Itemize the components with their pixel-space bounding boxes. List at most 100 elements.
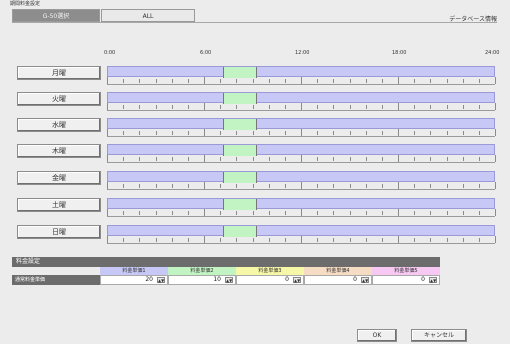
hour-tick bbox=[317, 211, 319, 215]
row-divider bbox=[107, 162, 495, 163]
spin-arrows-icon[interactable]: ▲▼ bbox=[361, 277, 369, 283]
ok-button[interactable]: OK bbox=[357, 329, 397, 342]
day-button-tue[interactable]: 火曜 bbox=[17, 92, 101, 106]
hour-tick bbox=[204, 129, 205, 136]
hour-tick bbox=[139, 131, 141, 135]
hour-tick bbox=[155, 157, 157, 161]
time-label-0: 0:00 bbox=[104, 50, 116, 56]
hour-tick bbox=[349, 79, 351, 83]
hour-tick bbox=[365, 238, 367, 242]
hour-tick bbox=[123, 157, 125, 161]
timeline-bar[interactable] bbox=[107, 92, 495, 104]
timeline-bar[interactable] bbox=[107, 118, 495, 130]
hour-tick bbox=[462, 105, 464, 109]
hour-tick bbox=[365, 157, 367, 161]
hour-tick bbox=[333, 184, 335, 188]
hour-tick bbox=[398, 209, 399, 216]
hour-tick bbox=[236, 238, 238, 242]
hour-tick bbox=[155, 184, 157, 188]
hour-tick bbox=[139, 105, 141, 109]
day-button-mon[interactable]: 月曜 bbox=[17, 66, 101, 80]
hour-tick bbox=[301, 236, 302, 243]
hour-tick bbox=[123, 79, 125, 83]
timeline-bar[interactable] bbox=[107, 198, 495, 210]
hour-tick bbox=[187, 157, 189, 161]
hour-tick bbox=[495, 182, 496, 189]
hour-tick bbox=[155, 79, 157, 83]
hour-tick bbox=[398, 236, 399, 243]
hour-tick bbox=[236, 79, 238, 83]
hour-tick bbox=[446, 211, 448, 215]
rate1-input[interactable]: 20 ▲▼ bbox=[100, 275, 168, 285]
hour-tick bbox=[317, 105, 319, 109]
row-divider bbox=[107, 84, 495, 85]
day-button-sun[interactable]: 日曜 bbox=[17, 225, 101, 239]
time-label-24: 24:00 bbox=[485, 50, 500, 56]
tick-strip bbox=[107, 77, 496, 84]
hour-tick bbox=[220, 238, 222, 242]
tick-strip bbox=[107, 103, 496, 110]
timeline-bar[interactable] bbox=[107, 144, 495, 156]
fee-settings-panel: 料金設定 料金単価1 料金単価2 料金単価3 料金単価4 料金単価5 通常料金単… bbox=[12, 257, 440, 295]
spin-arrows-icon[interactable]: ▲▼ bbox=[225, 277, 233, 283]
tick-strip bbox=[107, 155, 496, 162]
spin-arrows-icon[interactable]: ▲▼ bbox=[429, 277, 437, 283]
hour-tick bbox=[187, 184, 189, 188]
day-button-thu[interactable]: 木曜 bbox=[17, 144, 101, 158]
timeline-bar[interactable] bbox=[107, 66, 495, 78]
hour-tick bbox=[478, 211, 480, 215]
hour-tick bbox=[495, 77, 496, 84]
rate4-input[interactable]: 0 ▲▼ bbox=[304, 275, 372, 285]
hour-tick bbox=[171, 131, 173, 135]
rate5-header: 料金単価5 bbox=[372, 267, 440, 275]
rate2-value: 10 bbox=[213, 276, 221, 283]
hour-tick bbox=[365, 131, 367, 135]
hour-tick bbox=[317, 79, 319, 83]
hour-tick bbox=[430, 184, 432, 188]
hour-tick bbox=[333, 157, 335, 161]
hour-tick bbox=[155, 211, 157, 215]
day-button-wed[interactable]: 水曜 bbox=[17, 118, 101, 132]
hour-tick bbox=[268, 238, 270, 242]
hour-tick bbox=[187, 211, 189, 215]
rate5-input[interactable]: 0 ▲▼ bbox=[372, 275, 440, 285]
hour-tick bbox=[301, 103, 302, 110]
spin-arrows-icon[interactable]: ▲▼ bbox=[293, 277, 301, 283]
day-button-sat[interactable]: 土曜 bbox=[17, 198, 101, 212]
hour-tick bbox=[430, 157, 432, 161]
hour-tick bbox=[236, 211, 238, 215]
timeline-bar[interactable] bbox=[107, 171, 495, 183]
hour-tick bbox=[478, 238, 480, 242]
spin-arrows-icon[interactable]: ▲▼ bbox=[157, 277, 165, 283]
hour-tick bbox=[171, 238, 173, 242]
time-label-6: 6:00 bbox=[200, 50, 212, 56]
row-divider bbox=[107, 216, 495, 217]
cancel-button[interactable]: キャンセル bbox=[411, 329, 467, 342]
hour-tick bbox=[284, 184, 286, 188]
hour-tick bbox=[349, 105, 351, 109]
hour-tick bbox=[478, 105, 480, 109]
rate2-input[interactable]: 10 ▲▼ bbox=[168, 275, 236, 285]
hour-tick bbox=[107, 236, 108, 243]
rate3-header: 料金単価3 bbox=[236, 267, 304, 275]
hour-tick bbox=[220, 105, 222, 109]
rate1-header: 料金単価1 bbox=[100, 267, 168, 275]
hour-tick bbox=[333, 238, 335, 242]
hour-tick bbox=[301, 77, 302, 84]
hour-tick bbox=[495, 103, 496, 110]
rate1-value: 20 bbox=[145, 276, 153, 283]
tab-g50[interactable]: G-50選択 bbox=[12, 9, 100, 22]
hour-tick bbox=[284, 211, 286, 215]
hour-tick bbox=[462, 238, 464, 242]
hour-tick bbox=[139, 184, 141, 188]
tab-bar: G-50選択 ALL bbox=[12, 9, 195, 22]
tab-all[interactable]: ALL bbox=[101, 9, 195, 22]
rate3-input[interactable]: 0 ▲▼ bbox=[236, 275, 304, 285]
day-button-fri[interactable]: 金曜 bbox=[17, 171, 101, 185]
hour-tick bbox=[446, 238, 448, 242]
hour-tick bbox=[317, 157, 319, 161]
hour-tick bbox=[284, 131, 286, 135]
hour-tick bbox=[220, 211, 222, 215]
timeline-bar[interactable] bbox=[107, 225, 495, 237]
hour-tick bbox=[349, 184, 351, 188]
